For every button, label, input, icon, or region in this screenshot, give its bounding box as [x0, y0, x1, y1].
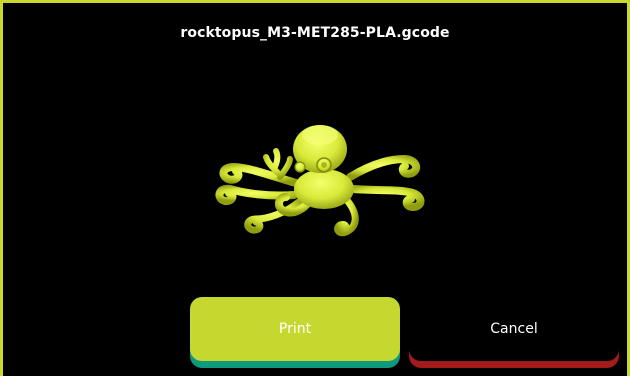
- print-button[interactable]: Print: [190, 297, 400, 361]
- octopus-model-preview: [215, 125, 425, 237]
- file-name-title: rocktopus_M3-MET285-PLA.gcode: [180, 25, 450, 41]
- print-confirm-dialog: rocktopus_M3-MET285-PLA.gcode Print Canc…: [0, 0, 630, 376]
- cancel-button[interactable]: Cancel: [409, 297, 619, 361]
